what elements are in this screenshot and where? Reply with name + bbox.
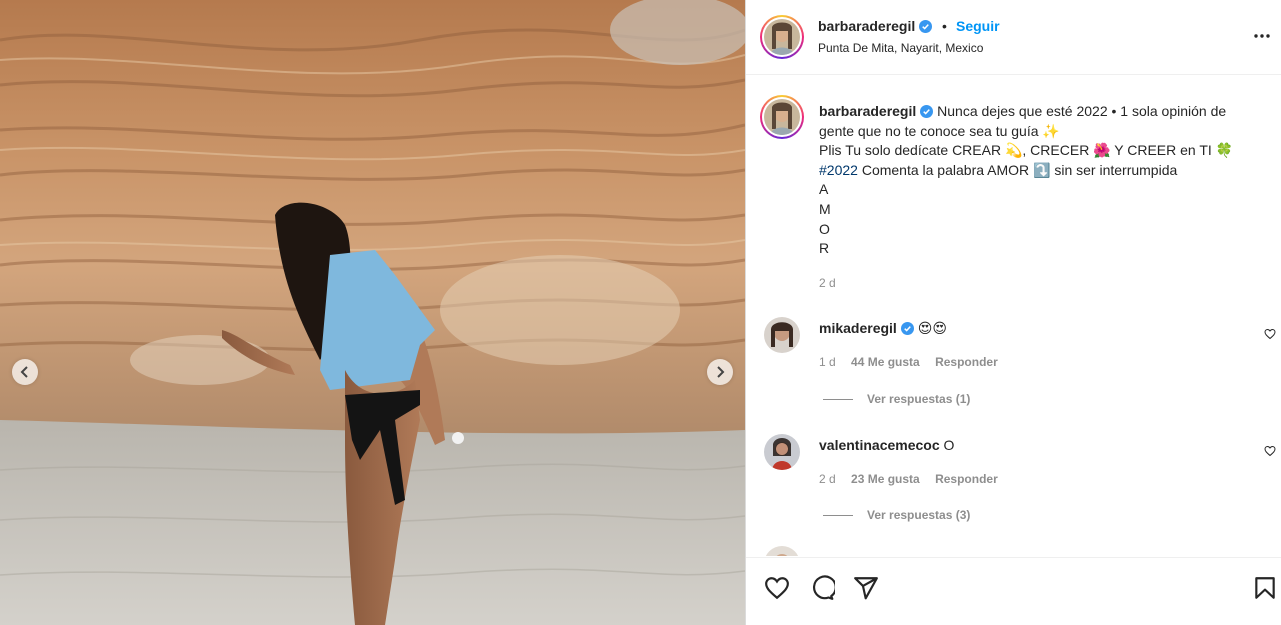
post-action-bar: [746, 557, 1281, 625]
commenter-avatar[interactable]: [764, 434, 800, 470]
caption-letter: M: [819, 200, 831, 217]
bookmark-icon[interactable]: [1252, 575, 1278, 601]
comment-username[interactable]: valentinacemecoc O: [819, 437, 954, 453]
caption-line-2: Plis Tu solo dedícate CREAR 💫, CRECER 🌺 …: [819, 142, 1234, 159]
caption-letter: R: [819, 240, 830, 257]
comment-timestamp[interactable]: 1 d: [819, 355, 836, 369]
post-caption: barbaraderegil Nunca dejes que esté 2022…: [819, 102, 1259, 259]
verified-badge-icon: [920, 105, 934, 118]
heart-icon[interactable]: [1264, 445, 1276, 457]
caption-letter: O: [819, 220, 830, 237]
next-image-button[interactable]: [707, 359, 733, 385]
view-replies-label[interactable]: Ver respuestas (3): [867, 508, 970, 522]
comment-likes[interactable]: 23 Me gusta: [851, 472, 920, 486]
comment-item: valentinacemecoc O 2 d 23 Me gusta Respo…: [746, 429, 1281, 529]
caption-username[interactable]: barbaraderegil: [819, 103, 916, 119]
author-avatar[interactable]: [760, 15, 804, 59]
header-separator: •: [942, 18, 947, 34]
post-header: barbaraderegil • Seguir Punta De Mita, N…: [746, 0, 1281, 75]
commenter-avatar[interactable]: [764, 317, 800, 353]
comment-username-text[interactable]: mikaderegil: [819, 320, 897, 336]
post-media[interactable]: [0, 0, 745, 625]
comment-item: mikaderegil 😍😍 1 d 44 Me gusta Responder…: [746, 312, 1281, 412]
view-replies-button[interactable]: Ver respuestas (1): [819, 392, 970, 406]
chevron-left-icon: [20, 366, 28, 378]
post-photo: [0, 0, 745, 625]
heart-icon[interactable]: [1264, 328, 1276, 340]
author-username-text[interactable]: barbaraderegil: [818, 18, 915, 34]
comment-meta: 1 d 44 Me gusta Responder: [819, 355, 1010, 369]
caption-timestamp[interactable]: 2 d: [819, 276, 836, 290]
reply-button[interactable]: Responder: [935, 355, 998, 369]
heart-icon[interactable]: [764, 575, 790, 601]
reply-button[interactable]: Responder: [935, 472, 998, 486]
previous-image-button[interactable]: [12, 359, 38, 385]
verified-badge-icon: [919, 20, 933, 33]
comment-timestamp[interactable]: 2 d: [819, 472, 836, 486]
author-username[interactable]: barbaraderegil: [818, 18, 933, 34]
replies-divider: [823, 399, 853, 401]
more-options-icon[interactable]: [1252, 28, 1272, 44]
comment-username[interactable]: mikaderegil 😍😍: [819, 320, 947, 337]
caption-letter: A: [819, 181, 829, 198]
comment-text: 😍😍: [917, 320, 947, 336]
post-side-panel: barbaraderegil • Seguir Punta De Mita, N…: [745, 0, 1281, 625]
comments-scroll-area[interactable]: barbaraderegil Nunca dejes que esté 2022…: [746, 76, 1281, 556]
replies-divider: [823, 515, 853, 517]
comment-icon[interactable]: [809, 575, 835, 601]
comment-meta: 2 d 23 Me gusta Responder: [819, 472, 1010, 486]
share-icon[interactable]: [853, 575, 879, 601]
verified-badge-icon: [900, 322, 914, 335]
comment-likes[interactable]: 44 Me gusta: [851, 355, 920, 369]
commenter-avatar[interactable]: [764, 546, 800, 556]
caption-author-avatar[interactable]: [760, 95, 804, 139]
caption-hashtag[interactable]: #2022: [819, 162, 858, 178]
follow-button[interactable]: Seguir: [956, 18, 1000, 34]
comment-username-text[interactable]: valentinacemecoc: [819, 437, 940, 453]
post-location[interactable]: Punta De Mita, Nayarit, Mexico: [818, 41, 983, 55]
chevron-right-icon: [717, 366, 725, 378]
caption-line-3: Comenta la palabra AMOR ⤵️ sin ser inter…: [857, 161, 1178, 178]
view-replies-label[interactable]: Ver respuestas (1): [867, 392, 970, 406]
view-replies-button[interactable]: Ver respuestas (3): [819, 508, 970, 522]
comment-text: O: [943, 437, 955, 453]
